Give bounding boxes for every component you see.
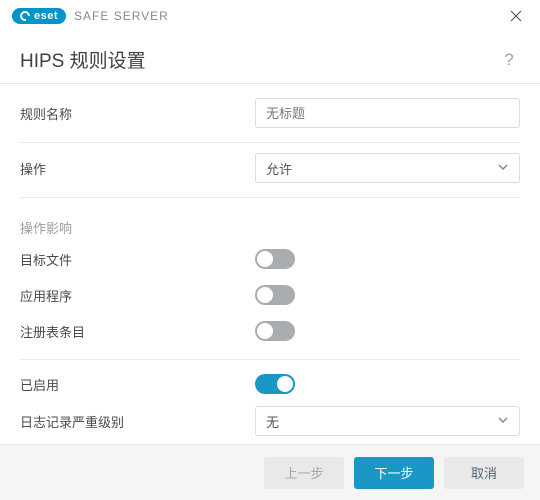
row-applications: 应用程序 <box>20 277 520 313</box>
divider <box>20 142 520 143</box>
toggle-applications[interactable] <box>255 285 295 305</box>
divider <box>20 197 520 198</box>
dialog-title: HIPS 规则设置 <box>20 46 146 73</box>
back-button[interactable]: 上一步 <box>264 457 344 489</box>
label-rule-name: 规则名称 <box>20 104 255 123</box>
chevron-down-icon <box>497 161 509 176</box>
close-button[interactable] <box>502 2 530 30</box>
dialog-body: 规则名称 操作 允许 操作影响 目标文件 应用程序 注册表条目 <box>0 84 540 476</box>
label-registry-entries: 注册表条目 <box>20 322 255 341</box>
row-target-files: 目标文件 <box>20 241 520 277</box>
input-rule-name[interactable] <box>255 98 520 128</box>
toggle-target-files[interactable] <box>255 249 295 269</box>
help-icon: ? <box>504 50 513 70</box>
select-log-severity-value: 无 <box>266 412 279 431</box>
next-button[interactable]: 下一步 <box>354 457 434 489</box>
label-action: 操作 <box>20 159 255 178</box>
cancel-button[interactable]: 取消 <box>444 457 524 489</box>
toggle-enabled[interactable] <box>255 374 295 394</box>
select-log-severity[interactable]: 无 <box>255 406 520 436</box>
help-button[interactable]: ? <box>498 49 520 71</box>
row-log-severity: 日志记录严重级别 无 <box>20 402 520 440</box>
toggle-registry-entries[interactable] <box>255 321 295 341</box>
brand-product: SAFE SERVER <box>74 9 169 23</box>
brand-badge-text: eset <box>34 10 58 22</box>
label-target-files: 目标文件 <box>20 250 255 269</box>
brand-badge: eset <box>12 8 66 24</box>
row-enabled: 已启用 <box>20 366 520 402</box>
close-icon <box>510 10 522 22</box>
select-action-value: 允许 <box>266 159 292 178</box>
titlebar: eset SAFE SERVER <box>0 0 540 32</box>
label-enabled: 已启用 <box>20 375 255 394</box>
label-applications: 应用程序 <box>20 286 255 305</box>
label-log-severity: 日志记录严重级别 <box>20 412 255 431</box>
section-effect: 操作影响 <box>20 204 520 241</box>
row-registry-entries: 注册表条目 <box>20 313 520 349</box>
dialog-header: HIPS 规则设置 ? <box>0 32 540 84</box>
chevron-down-icon <box>497 414 509 429</box>
row-rule-name: 规则名称 <box>20 94 520 132</box>
select-action[interactable]: 允许 <box>255 153 520 183</box>
row-action: 操作 允许 <box>20 149 520 187</box>
brand-logo-icon <box>20 11 30 21</box>
dialog-footer: 上一步 下一步 取消 <box>0 444 540 500</box>
divider <box>20 359 520 360</box>
